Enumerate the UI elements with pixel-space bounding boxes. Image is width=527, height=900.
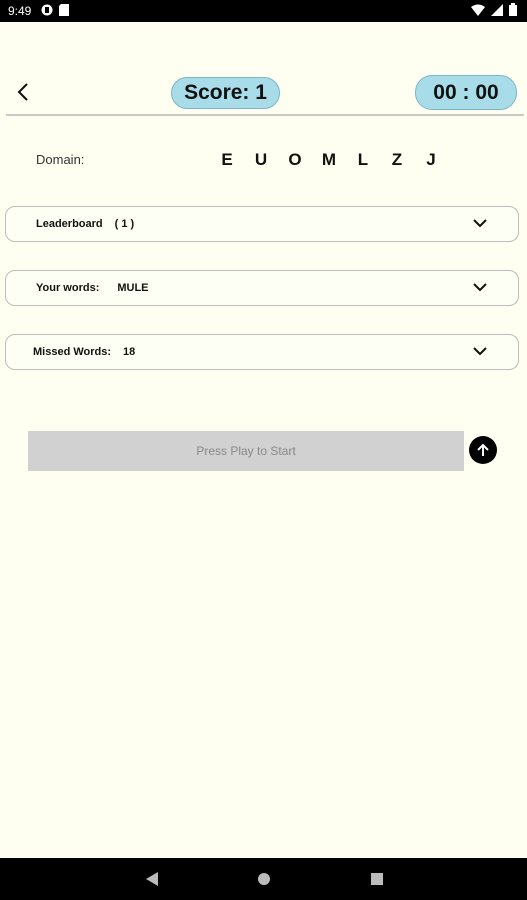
back-arrow-icon bbox=[17, 83, 28, 101]
score-badge: Score: 1 bbox=[171, 77, 280, 109]
play-input-bar[interactable]: Press Play to Start bbox=[28, 431, 464, 471]
your-words-label: Your words: bbox=[36, 282, 100, 294]
nav-back-icon[interactable] bbox=[146, 872, 158, 886]
domain-letter: M bbox=[321, 150, 337, 169]
domain-label: Domain: bbox=[36, 152, 85, 167]
game-header: Score: 1 00 : 00 bbox=[0, 70, 527, 116]
domain-letter: E bbox=[221, 150, 233, 169]
play-bar-text: Press Play to Start bbox=[196, 444, 296, 458]
chevron-down-icon bbox=[473, 219, 487, 228]
score-text: Score: 1 bbox=[184, 81, 267, 104]
chevron-down-icon bbox=[473, 347, 487, 356]
leaderboard-count: ( 1 ) bbox=[114, 218, 135, 230]
status-time: 9:49 bbox=[8, 4, 32, 18]
domain-letter: J bbox=[426, 150, 436, 169]
your-words-card[interactable]: Your words: MULE bbox=[5, 270, 519, 306]
wifi-icon bbox=[471, 4, 485, 19]
system-navigation-bar bbox=[0, 858, 527, 900]
leaderboard-card[interactable]: Leaderboard ( 1 ) bbox=[5, 206, 519, 242]
chevron-down-icon bbox=[473, 283, 487, 292]
battery-icon bbox=[509, 3, 517, 19]
status-bar: 9:49 bbox=[0, 0, 527, 22]
arrow-up-icon bbox=[477, 443, 489, 456]
status-right-icons bbox=[471, 3, 517, 19]
signal-icon bbox=[491, 3, 503, 19]
domain-letter: U bbox=[254, 150, 268, 169]
leaderboard-label: Leaderboard bbox=[36, 218, 103, 230]
domain-letters: E U O M L Z J bbox=[210, 150, 448, 170]
nav-recents-icon[interactable] bbox=[371, 873, 383, 885]
sd-card-icon bbox=[59, 3, 70, 19]
nav-home-icon[interactable] bbox=[258, 873, 270, 885]
missed-words-label: Missed Words: bbox=[33, 346, 112, 358]
header-divider bbox=[6, 114, 524, 116]
domain-letter: L bbox=[357, 150, 369, 169]
your-words-value: MULE bbox=[117, 282, 149, 294]
submit-button[interactable] bbox=[469, 436, 497, 464]
back-button[interactable] bbox=[14, 80, 34, 104]
timer-text: 00 : 00 bbox=[433, 80, 499, 104]
missed-words-card[interactable]: Missed Words: 18 bbox=[5, 334, 519, 370]
app-icon bbox=[41, 4, 53, 19]
missed-words-value: 18 bbox=[123, 346, 136, 358]
domain-letter: Z bbox=[391, 150, 403, 169]
domain-letter: O bbox=[288, 150, 302, 169]
timer-badge: 00 : 00 bbox=[415, 75, 517, 110]
